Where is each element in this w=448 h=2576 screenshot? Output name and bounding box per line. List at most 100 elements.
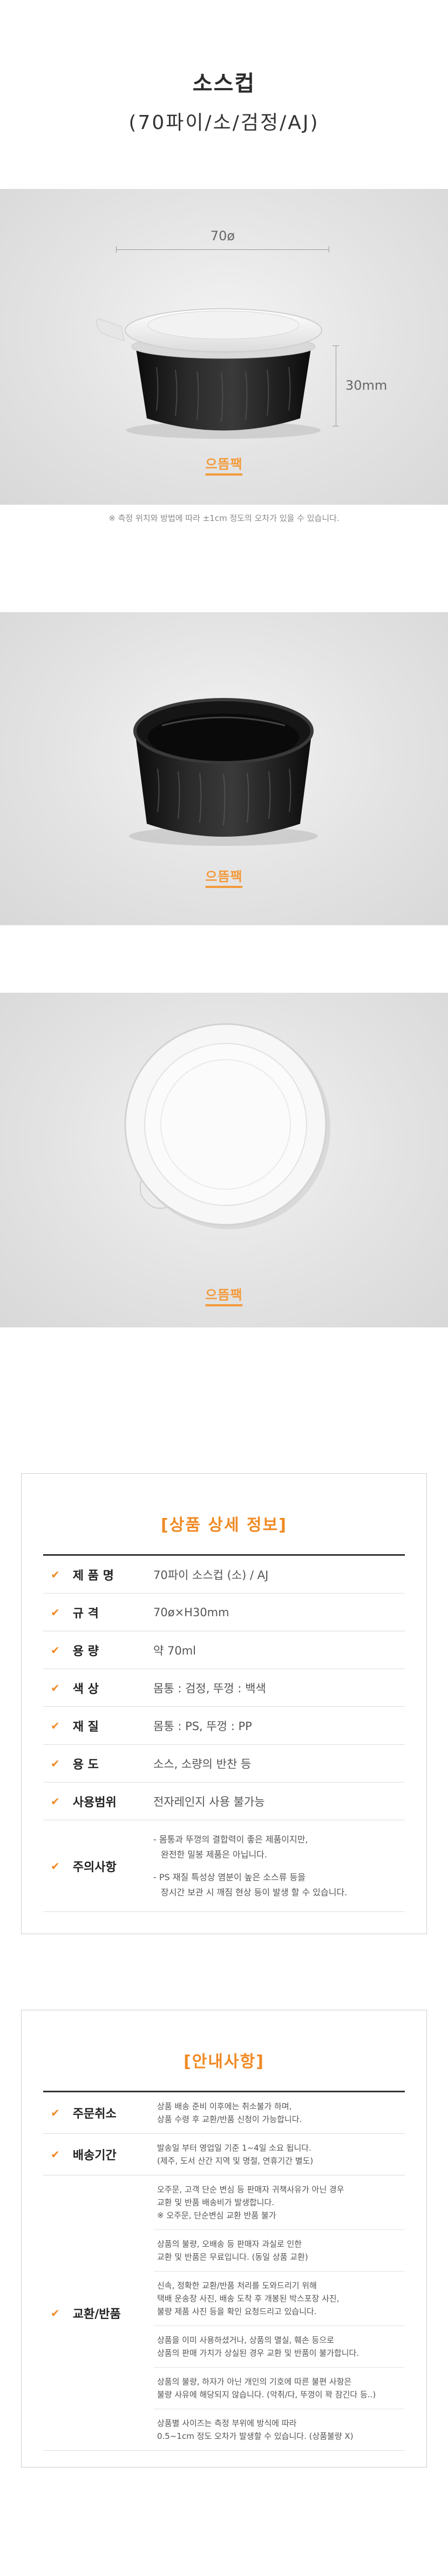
photo-side-with-lid: 70ø 30mm 으뜸팩 bbox=[0, 189, 448, 505]
spec-title: [상품 상세 정보] bbox=[161, 1516, 287, 1535]
lid-top-illustration bbox=[124, 1023, 330, 1229]
brand-logo: 으뜸팩 bbox=[205, 453, 243, 476]
product-title: 소스컵 bbox=[192, 71, 256, 96]
spec-table: ✔ 제 품 명 70파이 소스컵 (소) / AJ ✔ 규 격 70ø×H30mm ✔ 용… bbox=[38, 1556, 410, 1912]
guide-key-label: 교환/반품 bbox=[72, 2307, 121, 2321]
check-icon: ✔ bbox=[51, 1643, 60, 1657]
brand-logo: 으뜸팩 bbox=[205, 866, 243, 888]
spec-row-color: ✔ 색 상 몸통 : 검정, 뚜껑 : 백색 bbox=[43, 1669, 405, 1707]
spec-key-material: ✔ 재 질 bbox=[43, 1707, 151, 1744]
check-icon: ✔ bbox=[51, 2106, 60, 2119]
guide-line: ※ 오주문, 단순변심 교환 반품 불가 bbox=[157, 2211, 276, 2220]
spec-key-label: 용 도 bbox=[72, 1758, 99, 1772]
check-icon: ✔ bbox=[51, 1605, 60, 1619]
guide-return-cell: 상품의 불량, 오배송 등 판매자 과실로 인한교환 및 반품은 무료입니다. … bbox=[154, 2230, 405, 2272]
guide-line: 신속, 정확한 교환/반품 처리를 도와드리기 위해 bbox=[157, 2281, 317, 2290]
spec-key-capacity: ✔ 용 량 bbox=[43, 1631, 151, 1669]
guide-return-cell: 오주문, 고객 단순 변심 등 판매자 귀책사유가 아닌 경우교환 및 반품 배… bbox=[154, 2175, 405, 2230]
brand-logo-text: 으뜸팩 bbox=[205, 457, 243, 472]
brand-logo-underline bbox=[205, 473, 243, 476]
spec-key-usage: ✔ 용 도 bbox=[43, 1745, 151, 1782]
brand-logo-text: 으뜸팩 bbox=[205, 1287, 243, 1303]
check-icon: ✔ bbox=[51, 1568, 60, 1581]
spec-value-material: 몸통 : PS, 뚜껑 : PP bbox=[153, 1719, 252, 1733]
spec-row-size: ✔ 규 격 70ø×H30mm bbox=[43, 1594, 405, 1631]
photo-lid-top: 으뜸팩 bbox=[0, 993, 448, 1327]
guide-line: 상품 수령 후 교환/반품 신청이 가능합니다. bbox=[157, 2114, 302, 2124]
guide-line: 0.5~1cm 정도 오차가 발생할 수 있습니다. (상품불량 X) bbox=[157, 2431, 354, 2441]
spec-row-caution: ✔ 주의사항 - 몸통과 뚜껑의 결합력이 좋은 제품이지만, 완전한 밀봉 제품은… bbox=[43, 1820, 405, 1912]
spec-value-caution: - 몸통과 뚜껑의 결합력이 좋은 제품이지만, 완전한 밀봉 제품은 아닙니다.… bbox=[151, 1820, 405, 1911]
spec-key-label: 재 질 bbox=[72, 1720, 99, 1734]
spec-key-label: 색 상 bbox=[72, 1682, 99, 1696]
guide-key-label: 배송기간 bbox=[72, 2149, 117, 2163]
guide-line: 불량 제품 사진 등을 확인 요청드리고 있습니다. bbox=[157, 2307, 317, 2316]
guide-row-shipping: ✔ 배송기간 발송일 부터 영업일 기준 1~4일 소요 됩니다. (제주, 도서 … bbox=[43, 2134, 405, 2175]
brand-logo-underline bbox=[205, 886, 243, 888]
guide-box: [안내사항] ✔ 주문취소 상품 배송 준비 이후에는 취소불가 하며, 상품 수령… bbox=[21, 2010, 427, 2467]
caution-line: - PS 재질 특성상 염분이 높은 소스류 등을 bbox=[153, 1872, 306, 1882]
spec-value-name: 70파이 소스컵 (소) / AJ bbox=[153, 1568, 269, 1582]
spec-key-color: ✔ 색 상 bbox=[43, 1669, 151, 1706]
caution-line: 장시간 보관 시 깨짐 현상 등이 발생 할 수 있습니다. bbox=[161, 1887, 348, 1897]
spec-row-usage: ✔ 용 도 소스, 소량의 반찬 등 bbox=[43, 1745, 405, 1782]
guide-key-cancel: ✔ 주문취소 bbox=[43, 2092, 154, 2133]
spec-key-label: 주의사항 bbox=[72, 1860, 117, 1874]
measurement-note: ※ 측정 위치와 방법에 따라 ±1cm 정도의 오차가 있을 수 있습니다. bbox=[108, 513, 340, 523]
height-dimension-label: 30mm bbox=[345, 378, 388, 393]
check-icon: ✔ bbox=[51, 1757, 60, 1770]
caution-line: 완전한 밀봉 제품은 아닙니다. bbox=[161, 1849, 267, 1860]
guide-cancel-text: 상품 배송 준비 이후에는 취소불가 하며, 상품 수령 후 교환/반품 신청이 … bbox=[154, 2092, 405, 2133]
product-detail-page: 소스컵 (70파이/소/검정/AJ) 70ø 30mm 으뜸팩 ※ 측정 위치와… bbox=[0, 0, 448, 2496]
spec-key-caution: ✔ 주의사항 bbox=[43, 1820, 151, 1911]
guide-line: 발송일 부터 영업일 기준 1~4일 소요 됩니다. bbox=[157, 2143, 311, 2153]
spec-row-name: ✔ 제 품 명 70파이 소스컵 (소) / AJ bbox=[43, 1556, 405, 1594]
spec-key-label: 규 격 bbox=[72, 1606, 99, 1621]
guide-line: 상품의 불량, 오배송 등 판매자 과실로 인한 bbox=[157, 2239, 302, 2249]
guide-title: [안내사항] bbox=[184, 2052, 264, 2071]
guide-row-cancel: ✔ 주문취소 상품 배송 준비 이후에는 취소불가 하며, 상품 수령 후 교환/반… bbox=[43, 2092, 405, 2134]
spec-key-label: 사용범위 bbox=[72, 1795, 117, 1809]
check-icon: ✔ bbox=[51, 1681, 60, 1694]
spec-value-range: 전자레인지 사용 불가능 bbox=[153, 1795, 265, 1808]
check-icon: ✔ bbox=[51, 1859, 60, 1873]
guide-line: 상품별 사이즈는 측정 부위에 방식에 따라 bbox=[157, 2418, 297, 2428]
guide-line: 상품을 이미 사용하셨거나, 상품의 멸실, 훼손 등으로 bbox=[157, 2335, 334, 2345]
page-bottom-spacer bbox=[0, 2467, 448, 2496]
guide-key-shipping: ✔ 배송기간 bbox=[43, 2134, 154, 2175]
spec-row-capacity: ✔ 용 량 약 70ml bbox=[43, 1631, 405, 1669]
guide-return-cell: 상품을 이미 사용하셨거나, 상품의 멸실, 훼손 등으로상품의 판매 가치가 … bbox=[154, 2326, 405, 2368]
guide-return-cell: 상품별 사이즈는 측정 부위에 방식에 따라 0.5~1cm 정도 오차가 발생할… bbox=[154, 2409, 405, 2450]
spec-row-material: ✔ 재 질 몸통 : PS, 뚜껑 : PP bbox=[43, 1707, 405, 1745]
spec-key-label: 용 량 bbox=[72, 1644, 99, 1658]
guide-line: 교환 및 반품 배송비가 발생합니다. bbox=[157, 2198, 275, 2207]
brand-logo-underline bbox=[205, 1304, 243, 1306]
brand-logo: 으뜸팩 bbox=[205, 1284, 243, 1306]
guide-line: 오주문, 고객 단순 변심 등 판매자 귀책사유가 아닌 경우 bbox=[157, 2185, 344, 2194]
spec-value-color: 몸통 : 검정, 뚜껑 : 백색 bbox=[153, 1682, 266, 1695]
guide-line: 불량 사유에 해당되지 않습니다. (악취/다, 뚜껑이 꽉 잠긴다 등..) bbox=[157, 2390, 376, 2399]
guide-line: (제주, 도서 산간 지역 및 명절, 연휴기간 별도) bbox=[157, 2156, 314, 2166]
spec-row-range: ✔ 사용범위 전자레인지 사용 불가능 bbox=[43, 1782, 405, 1820]
guide-line: 상품 배송 준비 이후에는 취소불가 하며, bbox=[157, 2102, 292, 2111]
spec-key-name: ✔ 제 품 명 bbox=[43, 1556, 151, 1593]
guide-line: 교환 및 반품은 무료입니다. (동일 상품 교환) bbox=[157, 2252, 308, 2262]
spec-key-label: 제 품 명 bbox=[72, 1569, 114, 1583]
spec-value-capacity: 약 70ml bbox=[153, 1644, 196, 1657]
product-spec-box: [상품 상세 정보] ✔ 제 품 명 70파이 소스컵 (소) / AJ ✔ 규 격 7… bbox=[21, 1473, 427, 1934]
guide-return-cell: 상품의 불량, 하자가 아닌 개인의 기호에 따른 불편 사항은 불량 사유에 해… bbox=[154, 2368, 405, 2409]
check-icon: ✔ bbox=[51, 1794, 60, 1808]
photo-open-cup: 으뜸팩 bbox=[0, 612, 448, 925]
guide-key-return: ✔ 교환/반품 bbox=[43, 2175, 154, 2450]
guide-return-cells: 오주문, 고객 단순 변심 등 판매자 귀책사유가 아닌 경우교환 및 반품 배… bbox=[154, 2175, 405, 2450]
guide-shipping-text: 발송일 부터 영업일 기준 1~4일 소요 됩니다. (제주, 도서 산간 지역 … bbox=[154, 2134, 405, 2175]
caution-line: - 몸통과 뚜껑의 결합력이 좋은 제품이지만, bbox=[153, 1834, 308, 1845]
guide-return-cell: 신속, 정확한 교환/반품 처리를 도와드리기 위해 택배 운송장 사진, 배송 … bbox=[154, 2272, 405, 2326]
guide-row-return: ✔ 교환/반품 오주문, 고객 단순 변심 등 판매자 귀책사유가 아닌 경우교환… bbox=[43, 2175, 405, 2451]
check-icon: ✔ bbox=[51, 2148, 60, 2161]
spec-key-size: ✔ 규 격 bbox=[43, 1594, 151, 1631]
brand-logo-text: 으뜸팩 bbox=[205, 869, 243, 884]
check-icon: ✔ bbox=[51, 2306, 60, 2320]
title-section: 소스컵 (70파이/소/검정/AJ) bbox=[0, 0, 448, 189]
guide-line: 상품의 판매 가치가 상실된 경우 교환 및 반품이 불가합니다. bbox=[157, 2348, 359, 2358]
